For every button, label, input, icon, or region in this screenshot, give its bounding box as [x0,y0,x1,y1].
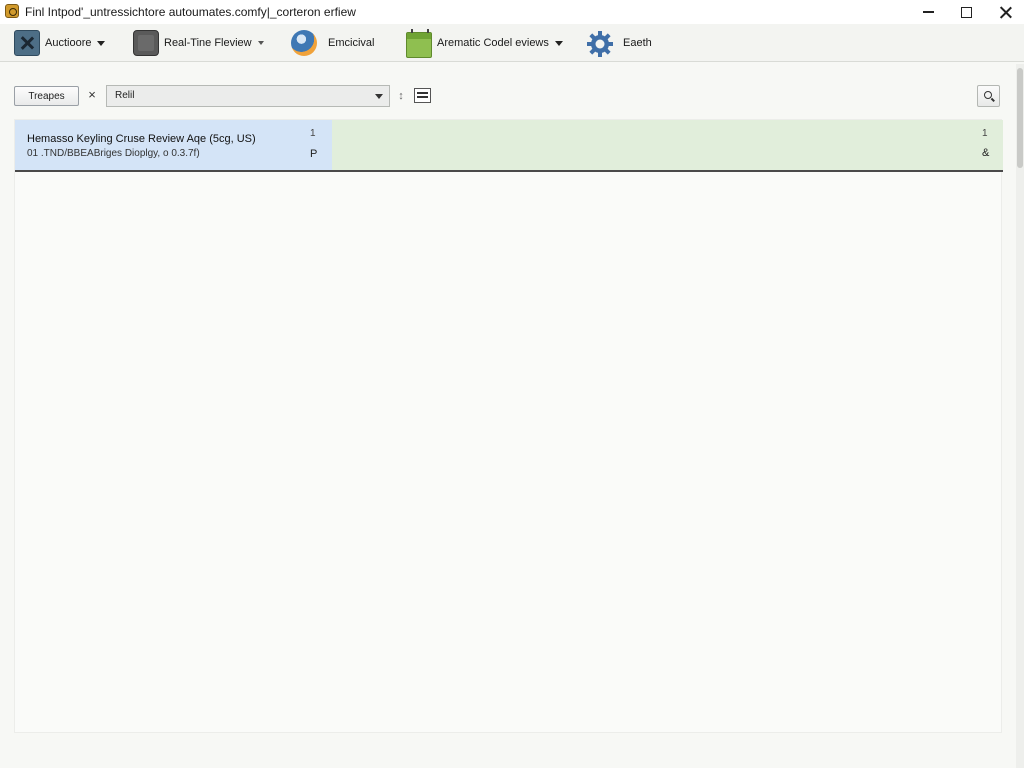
result-indicator-top: 1 [310,128,316,139]
chevron-down-icon [97,40,106,46]
result-title: Hemasso Keyling Cruse Review Aqe (5cg, U… [27,133,256,145]
results-panel: Hemasso Keyling Cruse Review Aqe (5cg, U… [14,119,1003,733]
sort-icon[interactable]: ↕ [396,89,406,103]
ribbon-item-emcicival[interactable]: Emcicival [291,28,374,58]
result-indicator-top: 1 [982,128,988,139]
clear-filter-icon[interactable]: × [86,88,98,102]
ribbon-item-realtime-preview[interactable]: Real-Tine Fleview [133,28,264,58]
close-button[interactable] [985,0,1024,24]
ribbon-item-automatic-reviews[interactable]: Arematic Codel eviews [406,28,563,58]
app-window: Finl Intpod'_untressichtore autoumates.c… [0,0,1024,768]
preview-icon [133,30,159,56]
filter-dropdown-value: Relil [115,90,135,101]
minimize-button[interactable] [908,0,948,24]
ribbon-item-label: Arematic Codel eviews [437,37,549,49]
table-row[interactable]: Hemasso Keyling Cruse Review Aqe (5cg, U… [15,120,1003,172]
filter-type-button[interactable]: Treapes [14,86,79,106]
chevron-down-icon [554,40,563,46]
ribbon-item-label: Real-Tine Fleview [164,37,252,49]
result-cell-secondary[interactable]: 1 & [332,120,1003,170]
filter-dropdown[interactable]: Relil [106,85,390,107]
chevron-down-icon [375,94,383,99]
ribbon-item-eaeth[interactable]: Eaeth [586,28,652,58]
ribbon-item-archive[interactable]: Auctioore [14,28,106,58]
maximize-icon [960,6,972,18]
result-cell-primary[interactable]: Hemasso Keyling Cruse Review Aqe (5cg, U… [15,120,332,170]
chevron-down-icon [257,41,264,45]
globe-icon [291,30,317,56]
calendar-icon [406,29,432,58]
search-button[interactable] [977,85,1000,107]
result-indicator-bottom: & [982,147,990,159]
gear-icon [586,30,613,57]
result-subtitle: 01 .TND/BBEABriges Dioplgy, o 0.3.7f) [27,148,200,159]
result-indicator-bottom: P [310,148,318,160]
search-icon [984,91,992,99]
close-icon [999,6,1012,19]
maximize-button[interactable] [946,0,986,24]
ribbon-toolbar: Auctioore Real-Tine Fleview Emcicival Ar… [0,24,1024,62]
title-bar: Finl Intpod'_untressichtore autoumates.c… [0,0,1024,24]
app-logo-icon [5,4,19,18]
scrollbar-thumb[interactable] [1017,68,1023,168]
columns-icon[interactable] [414,88,431,103]
ribbon-item-label: Eaeth [623,37,652,49]
minimize-icon [922,11,934,13]
archive-icon [14,30,40,56]
window-title: Finl Intpod'_untressichtore autoumates.c… [25,5,356,19]
ribbon-item-label: Auctioore [45,37,92,49]
ribbon-item-label: Emcicival [328,37,375,49]
vertical-scrollbar[interactable] [1016,64,1024,768]
